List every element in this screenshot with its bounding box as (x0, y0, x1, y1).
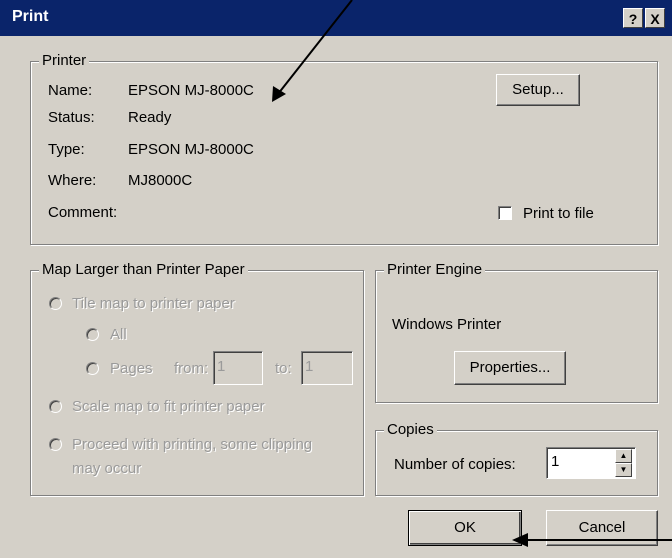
annotation-arrow-bottom-head (512, 533, 528, 547)
annotation-arrow-top-line (277, 0, 353, 95)
annotation-arrow-top-head (272, 86, 286, 102)
annotation-arrows (272, 0, 672, 547)
